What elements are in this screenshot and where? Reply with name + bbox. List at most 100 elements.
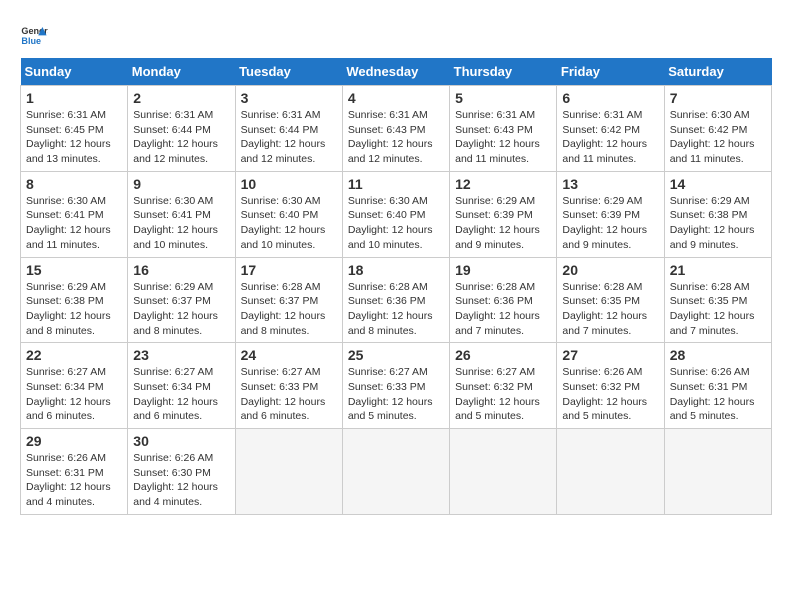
- calendar-week-3: 15 Sunrise: 6:29 AMSunset: 6:38 PMDaylig…: [21, 257, 772, 343]
- svg-text:Blue: Blue: [21, 36, 41, 46]
- day-info: Sunrise: 6:28 AMSunset: 6:35 PMDaylight:…: [562, 280, 658, 339]
- empty-cell: [342, 429, 449, 515]
- day-info: Sunrise: 6:27 AMSunset: 6:34 PMDaylight:…: [133, 365, 229, 424]
- calendar-week-4: 22 Sunrise: 6:27 AMSunset: 6:34 PMDaylig…: [21, 343, 772, 429]
- day-info: Sunrise: 6:30 AMSunset: 6:42 PMDaylight:…: [670, 108, 766, 167]
- calendar-week-2: 8 Sunrise: 6:30 AMSunset: 6:41 PMDayligh…: [21, 171, 772, 257]
- day-info: Sunrise: 6:31 AMSunset: 6:44 PMDaylight:…: [133, 108, 229, 167]
- day-cell-3: 3 Sunrise: 6:31 AMSunset: 6:44 PMDayligh…: [235, 86, 342, 172]
- day-info: Sunrise: 6:28 AMSunset: 6:36 PMDaylight:…: [348, 280, 444, 339]
- day-info: Sunrise: 6:31 AMSunset: 6:42 PMDaylight:…: [562, 108, 658, 167]
- day-cell-26: 26 Sunrise: 6:27 AMSunset: 6:32 PMDaylig…: [450, 343, 557, 429]
- day-cell-1: 1 Sunrise: 6:31 AMSunset: 6:45 PMDayligh…: [21, 86, 128, 172]
- day-cell-7: 7 Sunrise: 6:30 AMSunset: 6:42 PMDayligh…: [664, 86, 771, 172]
- col-header-sunday: Sunday: [21, 58, 128, 86]
- day-number: 27: [562, 347, 658, 363]
- day-number: 10: [241, 176, 337, 192]
- day-info: Sunrise: 6:26 AMSunset: 6:30 PMDaylight:…: [133, 451, 229, 510]
- col-header-monday: Monday: [128, 58, 235, 86]
- day-cell-22: 22 Sunrise: 6:27 AMSunset: 6:34 PMDaylig…: [21, 343, 128, 429]
- day-cell-5: 5 Sunrise: 6:31 AMSunset: 6:43 PMDayligh…: [450, 86, 557, 172]
- day-number: 1: [26, 90, 122, 106]
- calendar-week-1: 1 Sunrise: 6:31 AMSunset: 6:45 PMDayligh…: [21, 86, 772, 172]
- day-cell-23: 23 Sunrise: 6:27 AMSunset: 6:34 PMDaylig…: [128, 343, 235, 429]
- day-info: Sunrise: 6:30 AMSunset: 6:40 PMDaylight:…: [241, 194, 337, 253]
- day-number: 14: [670, 176, 766, 192]
- day-number: 28: [670, 347, 766, 363]
- header: General Blue: [20, 20, 772, 48]
- day-cell-29: 29 Sunrise: 6:26 AMSunset: 6:31 PMDaylig…: [21, 429, 128, 515]
- day-cell-12: 12 Sunrise: 6:29 AMSunset: 6:39 PMDaylig…: [450, 171, 557, 257]
- day-cell-4: 4 Sunrise: 6:31 AMSunset: 6:43 PMDayligh…: [342, 86, 449, 172]
- day-cell-10: 10 Sunrise: 6:30 AMSunset: 6:40 PMDaylig…: [235, 171, 342, 257]
- day-number: 13: [562, 176, 658, 192]
- day-cell-8: 8 Sunrise: 6:30 AMSunset: 6:41 PMDayligh…: [21, 171, 128, 257]
- logo-icon: General Blue: [20, 20, 48, 48]
- day-info: Sunrise: 6:31 AMSunset: 6:43 PMDaylight:…: [348, 108, 444, 167]
- day-cell-16: 16 Sunrise: 6:29 AMSunset: 6:37 PMDaylig…: [128, 257, 235, 343]
- day-number: 17: [241, 262, 337, 278]
- day-info: Sunrise: 6:27 AMSunset: 6:33 PMDaylight:…: [348, 365, 444, 424]
- day-cell-21: 21 Sunrise: 6:28 AMSunset: 6:35 PMDaylig…: [664, 257, 771, 343]
- day-number: 16: [133, 262, 229, 278]
- day-cell-24: 24 Sunrise: 6:27 AMSunset: 6:33 PMDaylig…: [235, 343, 342, 429]
- day-info: Sunrise: 6:30 AMSunset: 6:41 PMDaylight:…: [133, 194, 229, 253]
- empty-cell: [557, 429, 664, 515]
- day-number: 22: [26, 347, 122, 363]
- day-cell-9: 9 Sunrise: 6:30 AMSunset: 6:41 PMDayligh…: [128, 171, 235, 257]
- calendar-body: 1 Sunrise: 6:31 AMSunset: 6:45 PMDayligh…: [21, 86, 772, 515]
- day-number: 6: [562, 90, 658, 106]
- day-info: Sunrise: 6:26 AMSunset: 6:32 PMDaylight:…: [562, 365, 658, 424]
- day-info: Sunrise: 6:29 AMSunset: 6:38 PMDaylight:…: [26, 280, 122, 339]
- day-number: 4: [348, 90, 444, 106]
- empty-cell: [450, 429, 557, 515]
- calendar-header-row: SundayMondayTuesdayWednesdayThursdayFrid…: [21, 58, 772, 86]
- day-number: 29: [26, 433, 122, 449]
- empty-cell: [235, 429, 342, 515]
- day-cell-20: 20 Sunrise: 6:28 AMSunset: 6:35 PMDaylig…: [557, 257, 664, 343]
- day-info: Sunrise: 6:30 AMSunset: 6:40 PMDaylight:…: [348, 194, 444, 253]
- day-info: Sunrise: 6:28 AMSunset: 6:35 PMDaylight:…: [670, 280, 766, 339]
- day-info: Sunrise: 6:29 AMSunset: 6:37 PMDaylight:…: [133, 280, 229, 339]
- col-header-friday: Friday: [557, 58, 664, 86]
- day-number: 20: [562, 262, 658, 278]
- day-cell-14: 14 Sunrise: 6:29 AMSunset: 6:38 PMDaylig…: [664, 171, 771, 257]
- day-cell-27: 27 Sunrise: 6:26 AMSunset: 6:32 PMDaylig…: [557, 343, 664, 429]
- col-header-tuesday: Tuesday: [235, 58, 342, 86]
- day-cell-19: 19 Sunrise: 6:28 AMSunset: 6:36 PMDaylig…: [450, 257, 557, 343]
- day-number: 25: [348, 347, 444, 363]
- day-cell-30: 30 Sunrise: 6:26 AMSunset: 6:30 PMDaylig…: [128, 429, 235, 515]
- day-cell-28: 28 Sunrise: 6:26 AMSunset: 6:31 PMDaylig…: [664, 343, 771, 429]
- calendar-table: SundayMondayTuesdayWednesdayThursdayFrid…: [20, 58, 772, 515]
- day-cell-11: 11 Sunrise: 6:30 AMSunset: 6:40 PMDaylig…: [342, 171, 449, 257]
- day-number: 18: [348, 262, 444, 278]
- day-cell-13: 13 Sunrise: 6:29 AMSunset: 6:39 PMDaylig…: [557, 171, 664, 257]
- day-number: 2: [133, 90, 229, 106]
- day-info: Sunrise: 6:31 AMSunset: 6:45 PMDaylight:…: [26, 108, 122, 167]
- day-info: Sunrise: 6:30 AMSunset: 6:41 PMDaylight:…: [26, 194, 122, 253]
- col-header-thursday: Thursday: [450, 58, 557, 86]
- day-number: 11: [348, 176, 444, 192]
- day-info: Sunrise: 6:28 AMSunset: 6:36 PMDaylight:…: [455, 280, 551, 339]
- day-info: Sunrise: 6:29 AMSunset: 6:38 PMDaylight:…: [670, 194, 766, 253]
- day-number: 9: [133, 176, 229, 192]
- logo: General Blue: [20, 20, 48, 48]
- day-number: 30: [133, 433, 229, 449]
- day-info: Sunrise: 6:27 AMSunset: 6:33 PMDaylight:…: [241, 365, 337, 424]
- day-number: 5: [455, 90, 551, 106]
- day-cell-18: 18 Sunrise: 6:28 AMSunset: 6:36 PMDaylig…: [342, 257, 449, 343]
- day-number: 24: [241, 347, 337, 363]
- empty-cell: [664, 429, 771, 515]
- day-info: Sunrise: 6:26 AMSunset: 6:31 PMDaylight:…: [670, 365, 766, 424]
- day-number: 12: [455, 176, 551, 192]
- day-cell-2: 2 Sunrise: 6:31 AMSunset: 6:44 PMDayligh…: [128, 86, 235, 172]
- day-info: Sunrise: 6:31 AMSunset: 6:44 PMDaylight:…: [241, 108, 337, 167]
- day-number: 21: [670, 262, 766, 278]
- day-number: 3: [241, 90, 337, 106]
- col-header-saturday: Saturday: [664, 58, 771, 86]
- day-info: Sunrise: 6:28 AMSunset: 6:37 PMDaylight:…: [241, 280, 337, 339]
- day-cell-6: 6 Sunrise: 6:31 AMSunset: 6:42 PMDayligh…: [557, 86, 664, 172]
- day-info: Sunrise: 6:27 AMSunset: 6:32 PMDaylight:…: [455, 365, 551, 424]
- day-cell-25: 25 Sunrise: 6:27 AMSunset: 6:33 PMDaylig…: [342, 343, 449, 429]
- day-number: 8: [26, 176, 122, 192]
